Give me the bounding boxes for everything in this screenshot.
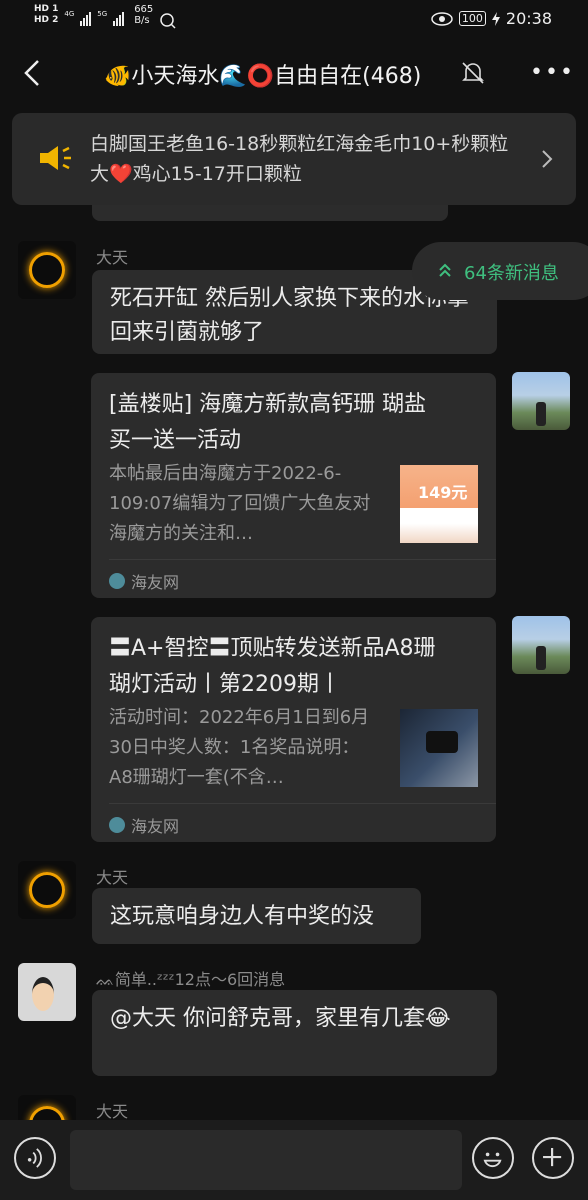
emoji-button[interactable]	[472, 1137, 514, 1179]
card-source: 海友网	[109, 569, 179, 593]
card-divider	[109, 803, 496, 804]
signal-icon	[80, 10, 92, 26]
previous-bubble-edge	[92, 205, 448, 221]
plus-button[interactable]	[532, 1137, 574, 1179]
source-name: 海友网	[131, 817, 180, 836]
card-source: 海友网	[109, 813, 179, 837]
megaphone-icon	[40, 146, 71, 170]
battery-level: 100	[458, 11, 486, 26]
my-avatar[interactable]	[512, 372, 570, 430]
network-speed: 665 B/s	[134, 4, 153, 26]
card-title: [盖楼贴] 海魔方新款高钙珊 瑚盐 买一送一活动	[109, 392, 427, 453]
avatar[interactable]	[18, 241, 76, 299]
my-avatar[interactable]	[512, 616, 570, 674]
hd-indicator: HD 1 HD 2	[34, 4, 58, 26]
message-notification-icon	[160, 13, 176, 29]
new-messages-label: 64条新消息	[464, 263, 559, 284]
clock: 20:38	[505, 9, 552, 28]
status-bar: HD 1 HD 2 4G 5G 665 B/s 100 20:38	[0, 0, 588, 40]
status-right: 100 20:38	[431, 9, 552, 28]
double-chevron-up-icon	[439, 263, 451, 277]
speed-unit: B/s	[134, 15, 150, 26]
charging-icon	[491, 11, 500, 26]
new-messages-indicator[interactable]: 64条新消息	[412, 242, 588, 300]
hd2-label: HD 2	[34, 15, 59, 25]
message-input[interactable]	[70, 1130, 462, 1190]
message-bubble[interactable]: 这玩意咱身边人有中奖的没	[92, 888, 421, 944]
input-bar	[0, 1120, 588, 1200]
status-left: HD 1 HD 2 4G 5G 665 B/s	[34, 4, 177, 30]
group-announcement[interactable]: 白脚国王老鱼16-18秒颗粒红海金毛巾10+秒颗粒大❤️鸡心15-17开口颗粒	[12, 113, 576, 205]
more-options-button[interactable]: •••	[530, 60, 575, 85]
card-thumbnail	[400, 709, 478, 787]
back-button[interactable]	[18, 55, 48, 91]
mute-bell-icon	[462, 62, 484, 84]
network-label-1: 4G	[64, 10, 75, 18]
eye-icon	[431, 11, 453, 26]
thumbnail-price: 149元	[418, 483, 468, 502]
card-thumbnail: 149元	[400, 465, 478, 543]
card-description: 本帖最后由海魔方于2022-6-109:07编辑为了回馈广大鱼友对海魔方的关注和…	[109, 463, 371, 544]
link-card[interactable]: [盖楼贴] 海魔方新款高钙珊 瑚盐 买一送一活动 本帖最后由海魔方于2022-6…	[91, 373, 496, 598]
link-card[interactable]: 〓A+智控〓顶贴转发送新品A8珊瑚灯活动丨第2209期丨 活动时间：2022年6…	[91, 617, 496, 842]
message-bubble[interactable]: @大天 你问舒克哥，家里有几套😂	[92, 990, 497, 1076]
card-divider	[109, 559, 496, 560]
sender-name: 大天	[96, 1102, 129, 1121]
network-label-2: 5G	[97, 10, 108, 18]
source-name: 海友网	[131, 573, 180, 592]
source-icon	[109, 573, 125, 589]
voice-button[interactable]	[14, 1137, 56, 1179]
sender-name: ᨐ简单..ᶻᶻᶻ12点～6回消息	[96, 970, 286, 989]
hd1-label: HD 1	[34, 4, 59, 14]
chevron-right-icon	[542, 150, 553, 168]
chat-header: 🐠小天海水🌊⭕自由自在(468) •••	[0, 40, 588, 106]
announcement-text: 白脚国王老鱼16-18秒颗粒红海金毛巾10+秒颗粒大❤️鸡心15-17开口颗粒	[90, 133, 509, 185]
avatar[interactable]	[18, 963, 76, 1021]
speed-value: 665	[134, 4, 154, 15]
sender-name: 大天	[96, 248, 129, 267]
signal-icon	[113, 10, 125, 26]
sender-name: 大天	[96, 868, 129, 887]
chat-title: 🐠小天海水🌊⭕自由自在(468)	[104, 64, 422, 89]
avatar[interactable]	[18, 861, 76, 919]
source-icon	[109, 817, 125, 833]
card-title: 〓A+智控〓顶贴转发送新品A8珊瑚灯活动丨第2209期丨	[109, 636, 436, 697]
card-description: 活动时间：2022年6月1日到6月30日中奖人数：1名奖品说明：A8珊瑚灯一套(…	[109, 707, 370, 788]
